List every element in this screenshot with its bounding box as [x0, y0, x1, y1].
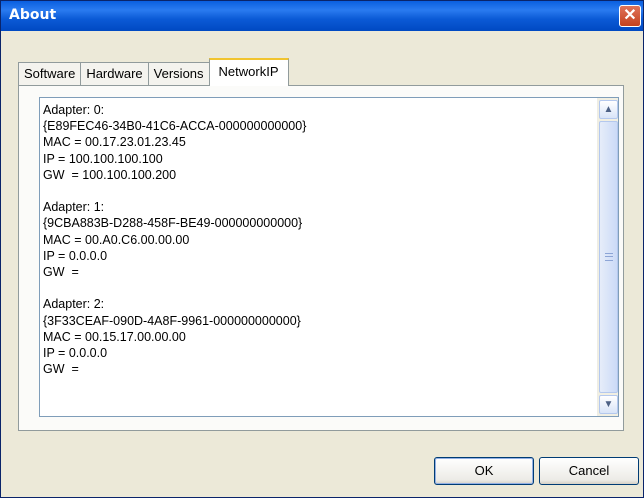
network-info-textbox[interactable]: Adapter: 0: {E89FEC46-34B0-41C6-ACCA-000… — [39, 97, 619, 417]
grip-icon — [605, 253, 613, 261]
tab-networkip[interactable]: NetworkIP — [208, 58, 289, 86]
about-dialog: About ✕ Software Hardware Versions Netwo… — [0, 0, 644, 498]
network-info-text: Adapter: 0: {E89FEC46-34B0-41C6-ACCA-000… — [43, 103, 307, 377]
ok-button[interactable]: OK — [434, 457, 534, 485]
scroll-up-button[interactable]: ▲ — [599, 100, 618, 119]
tab-versions[interactable]: Versions — [147, 62, 210, 86]
tab-software[interactable]: Software — [18, 62, 82, 86]
title-bar[interactable]: About ✕ — [1, 1, 643, 31]
scroll-down-button[interactable]: ▼ — [599, 395, 618, 414]
vertical-scrollbar[interactable]: ▲ ▼ — [597, 98, 618, 416]
tab-hardware[interactable]: Hardware — [80, 62, 149, 86]
close-button[interactable]: ✕ — [619, 5, 641, 27]
tab-strip: Software Hardware Versions NetworkIP — [18, 56, 289, 86]
scroll-thumb[interactable] — [599, 121, 618, 393]
cancel-button[interactable]: Cancel — [539, 457, 639, 485]
window-title: About — [9, 7, 57, 23]
